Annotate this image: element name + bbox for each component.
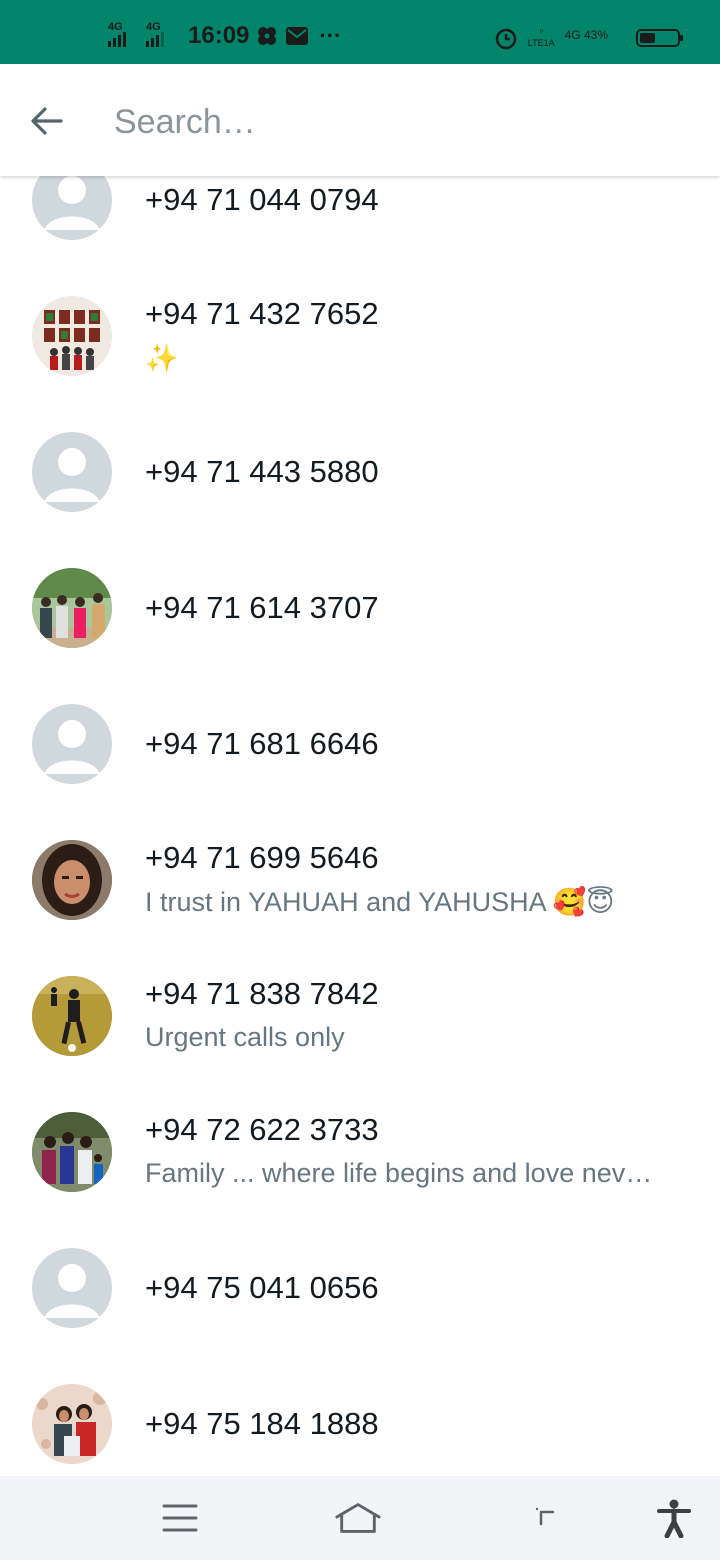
contact-row[interactable]: +94 71 432 7652 ✨ [0,296,720,406]
pinwheel-icon [255,24,279,48]
status-bar-left: 4G 4G 16:09 ··· [108,20,341,52]
search-input[interactable] [112,94,676,150]
back-nav-button[interactable] [522,1496,570,1540]
contact-row[interactable]: +94 71 838 7842 Urgent calls only [0,976,720,1086]
menu-icon [162,1504,198,1532]
contact-name: +94 71 443 5880 [145,454,379,489]
contact-name: +94 75 184 1888 [145,1406,379,1441]
contact-row[interactable]: +94 75 041 0656 [0,1248,720,1358]
contact-status: ✨ [145,343,179,373]
accessibility-button[interactable] [650,1496,698,1540]
contact-row[interactable]: +94 71 443 5880 [0,432,720,542]
home-button[interactable] [334,1496,382,1540]
net-label: 4G [564,28,581,42]
mail-icon [285,24,309,48]
contact-row[interactable]: +94 72 622 3733 Family ... where life be… [0,1112,720,1222]
signal-icon-2: 4G [146,21,178,49]
contact-photo-avatar [32,840,112,920]
accessibility-icon [657,1499,691,1538]
contact-row[interactable]: +94 71 699 5646 I trust in YAHUAH and YA… [0,840,720,950]
default-avatar-icon [32,176,112,240]
contact-name: +94 75 041 0656 [145,1270,379,1305]
status-bar: 4G 4G 16:09 ··· ⁾⁾ LTE1A 4G 43% [0,0,720,64]
back-icon [535,1507,555,1526]
contact-name: +94 71 681 6646 [145,726,379,761]
contact-row[interactable]: +94 75 184 1888 [0,1384,720,1476]
contact-photo-avatar [32,1384,112,1464]
lte-icon: ⁾⁾ LTE1A [527,28,555,48]
more-notifications-icon: ··· [319,23,342,48]
clock: 16:09 [188,22,250,49]
contact-photo-avatar [32,976,112,1056]
arrow-left-icon [31,107,63,135]
battery-fill [640,33,655,43]
contact-name: +94 71 432 7652 [145,296,379,331]
network-percent: 4G 43% [565,28,608,42]
signal-icon: 4G [108,21,140,49]
contact-row[interactable]: +94 71 681 6646 [0,704,720,814]
contact-photo-avatar [32,1112,112,1192]
contact-row[interactable]: +94 71 614 3707 [0,568,720,678]
back-button[interactable] [24,98,70,144]
battery-icon [636,29,683,47]
contact-status: Family ... where life begins and love ne… [145,1158,653,1188]
search-header [0,64,720,176]
contact-photo-avatar [32,568,112,648]
contact-status: Urgent calls only [145,1022,345,1052]
contact-name: +94 72 622 3733 [145,1112,379,1147]
contact-name: +94 71 044 0794 [145,182,379,217]
default-avatar-icon [32,1248,112,1328]
battery-percent: 43% [583,28,608,42]
alarm-icon [494,26,518,50]
status-bar-right: ⁾⁾ LTE1A 4G 43% [494,22,683,54]
contact-name: +94 71 699 5646 [145,840,379,875]
contact-list: +94 71 044 0794 +94 71 432 7652 ✨ +94 71… [0,176,720,1476]
default-avatar-icon [32,432,112,512]
contact-name: +94 71 838 7842 [145,976,379,1011]
system-nav-bar [0,1476,720,1560]
lte-label: LTE1A [527,38,555,48]
contact-row[interactable]: +94 71 044 0794 [0,176,720,286]
menu-button[interactable] [156,1496,204,1540]
contact-name: +94 71 614 3707 [145,590,379,625]
home-icon [335,1503,381,1533]
contact-photo-avatar [32,296,112,376]
contact-status: I trust in YAHUAH and YAHUSHA 🥰😇 [145,887,615,917]
default-avatar-icon [32,704,112,784]
